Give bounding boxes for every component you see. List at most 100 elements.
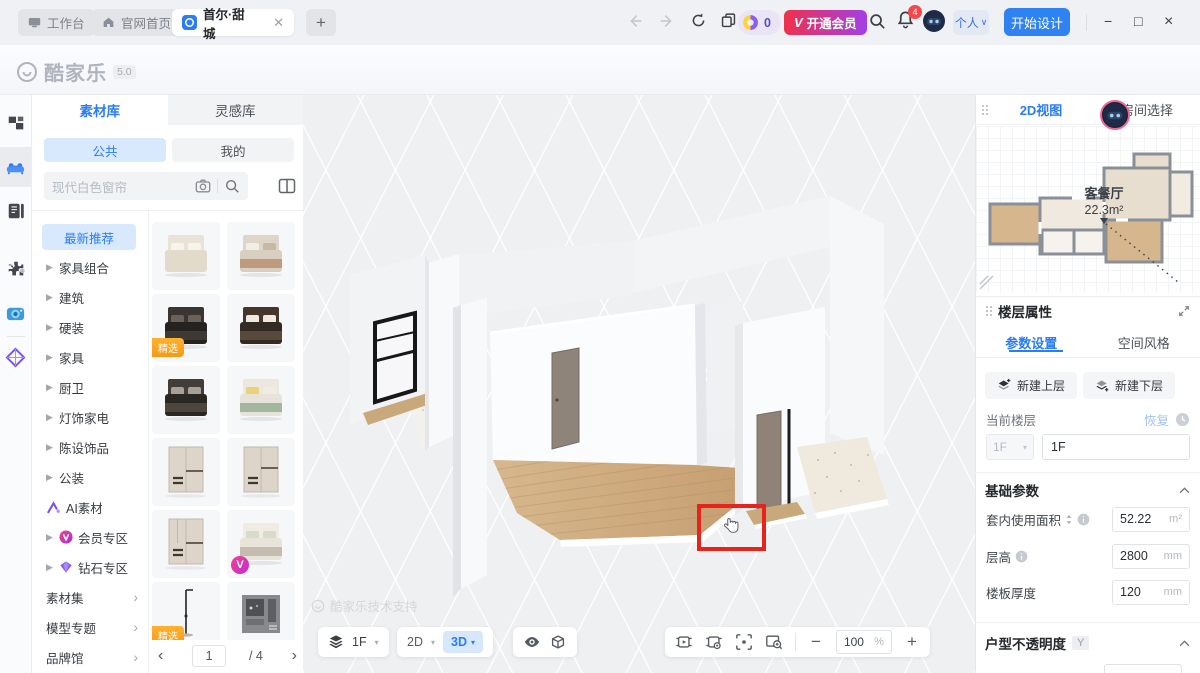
product-thumbnail-bed[interactable] [152,222,220,290]
product-thumbnail-bed[interactable] [152,366,220,434]
product-thumbnail-bed[interactable] [227,222,295,290]
new-tab-button[interactable]: + [306,9,336,36]
zoom-in-icon[interactable]: + [904,632,920,652]
rail-customize-tool[interactable] [0,191,31,231]
profile-dropdown[interactable]: 个人∨ [953,10,989,35]
coin-balance[interactable]: 0 [738,10,781,35]
floor-select-dropdown[interactable]: 1F▾ [986,434,1034,460]
product-thumbnail-wardrobe[interactable] [152,510,220,578]
camera-settings-icon[interactable] [705,633,723,651]
camera-view-icon[interactable] [675,633,693,651]
opacity-input[interactable] [1104,664,1182,673]
rail-ai-lab-tool[interactable] [0,337,31,377]
category-item[interactable]: ▶建筑 [36,282,146,312]
tab-project[interactable]: 首尔·甜城 ✕ [172,9,294,36]
category-item[interactable]: ▶陈设饰品 [36,432,146,462]
notifications-button[interactable]: 4 [896,10,915,29]
param-input[interactable]: 120mm [1112,580,1190,605]
new-lower-floor-button[interactable]: 新建下层 [1083,372,1175,399]
product-thumbnail-wardrobe[interactable] [227,438,295,506]
search-icon[interactable] [868,12,886,30]
product-thumbnail-bed[interactable]: 精选 [152,294,220,362]
duplicate-icon[interactable] [720,12,737,29]
zoom-area-icon[interactable] [765,633,783,651]
category-item[interactable]: ▶钻石专区 [36,552,146,582]
restore-button[interactable]: 恢复 [1144,410,1169,429]
rail-plugins-tool[interactable] [0,249,31,289]
product-thumbnail-wardrobe[interactable] [152,438,220,506]
vip-upgrade-button[interactable]: V 开通会员 [784,10,867,35]
zoom-level-input[interactable]: 100% [836,630,892,654]
param-input[interactable]: 2800mm [1112,544,1190,569]
nav-forward-icon[interactable] [658,12,676,30]
category-item[interactable]: 最新推荐 [42,224,136,250]
category-item[interactable]: 模型专题› [36,612,146,642]
door[interactable] [757,411,781,511]
floor-switcher[interactable]: 1F ▾ [318,627,389,657]
prev-page-icon[interactable]: ‹ [152,647,169,665]
rail-render-tool[interactable] [0,293,31,333]
product-thumbnail-bed[interactable]: V [227,510,295,578]
history-clock-icon[interactable] [1175,412,1190,427]
expand-icon[interactable] [1178,305,1190,317]
tab-param-settings[interactable]: 参数设置 [975,333,1088,352]
product-thumbnail-cabinet[interactable] [227,582,295,640]
search-icon[interactable] [224,178,240,194]
chevron-up-icon[interactable] [1179,640,1190,647]
tab-workbench[interactable]: 工作台 [18,9,95,36]
scope-mine[interactable]: 我的 [172,138,294,162]
close-window-icon[interactable]: × [1164,13,1173,31]
tab-official-home[interactable]: 官网首页 [92,9,181,36]
tab-inspiration-library[interactable]: 灵感库 [168,95,304,125]
view-2d-button[interactable]: 2D [407,635,423,649]
category-item[interactable]: ▶硬装 [36,312,146,342]
product-thumbnail-bed[interactable] [227,366,295,434]
new-upper-floor-button[interactable]: 新建上层 [985,372,1077,399]
info-icon[interactable] [1077,513,1090,526]
close-tab-icon[interactable]: ✕ [273,15,284,31]
product-thumbnail-bed[interactable] [227,294,295,362]
drag-handle-icon[interactable] [985,305,992,316]
focus-center-icon[interactable] [735,633,753,651]
minimize-icon[interactable]: − [1104,13,1112,29]
tab-material-library[interactable]: 素材库 [32,95,168,125]
rail-floorplan-tool[interactable] [0,103,31,143]
view-3d-button[interactable]: 3D▾ [443,631,483,653]
material-search-input[interactable]: 现代白色窗帘 [44,172,248,200]
category-item[interactable]: 品牌馆› [36,642,146,672]
product-thumbnail-lamp[interactable]: 精选 [152,582,220,640]
category-item[interactable]: AI素材 [36,492,146,522]
design-viewport[interactable]: 酷家乐技术支持 1F ▾ 2D ▾ 3D▾ − 100% + [303,95,975,673]
tab-space-style[interactable]: 空间风格 [1088,333,1200,352]
param-input[interactable]: 52.22m² [1112,507,1190,532]
drag-handle-icon[interactable] [981,104,988,115]
refresh-icon[interactable] [690,12,707,29]
category-item[interactable]: ▶灯饰家电 [36,402,146,432]
cube-icon[interactable] [549,633,567,651]
image-search-icon[interactable] [195,178,211,194]
zoom-out-icon[interactable]: − [808,632,824,652]
page-input[interactable]: 1 [192,645,226,667]
assistant-avatar[interactable] [922,9,946,33]
category-item[interactable]: ▶家具组合 [36,252,146,282]
chevron-up-icon[interactable] [1179,487,1190,494]
category-item[interactable]: 素材集› [36,582,146,612]
scope-public[interactable]: 公共 [44,138,166,162]
start-design-button[interactable]: 开始设计 [1004,8,1070,36]
floorplan-minimap[interactable]: 客餐厅 22.3m² [976,126,1200,292]
floor-name-input[interactable]: 1F [1042,434,1190,460]
door[interactable] [552,348,579,449]
next-page-icon[interactable]: › [286,647,303,665]
info-icon[interactable] [1015,550,1028,563]
maximize-icon[interactable]: □ [1134,13,1142,29]
category-item[interactable]: ▶家具 [36,342,146,372]
category-item[interactable]: ▶公装 [36,462,146,492]
sort-icon[interactable] [1065,514,1073,525]
panel-layout-icon[interactable] [278,177,296,195]
eye-icon[interactable] [523,633,541,651]
category-item[interactable]: ▶会员专区 [36,522,146,552]
category-item[interactable]: ▶厨卫 [36,372,146,402]
nav-back-icon[interactable] [626,12,644,30]
rail-furnish-tool[interactable] [0,147,31,187]
tab-2d-view[interactable]: 2D视图 [988,100,1094,119]
